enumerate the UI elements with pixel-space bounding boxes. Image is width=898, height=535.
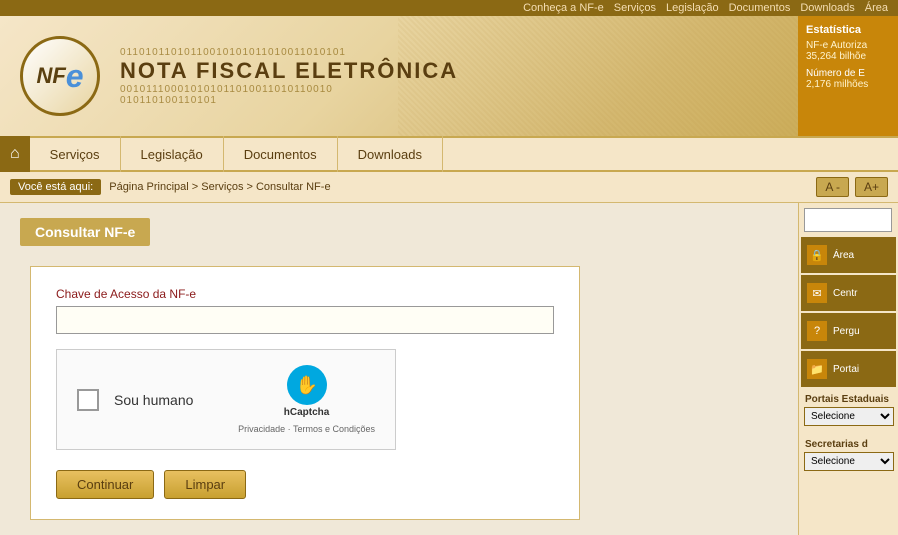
- captcha-logo: ✋ hCaptcha Privacidade · Termos e Condiç…: [238, 365, 375, 434]
- breadcrumb-left: Você está aqui: Página Principal > Servi…: [10, 179, 331, 195]
- font-increase-button[interactable]: A+: [855, 177, 888, 197]
- nfe-label: NF-e Autoriza: [806, 40, 890, 51]
- main-content: Consultar NF-e Chave de Acesso da NF-e S…: [0, 203, 798, 535]
- captcha-brand: hCaptcha: [284, 407, 330, 418]
- content-wrapper: Consultar NF-e Chave de Acesso da NF-e S…: [0, 203, 898, 535]
- lock-icon: 🔒: [807, 245, 827, 265]
- logo-nf: NF: [36, 63, 65, 89]
- you-are-here-label: Você está aqui:: [10, 179, 101, 195]
- portais-estaduais-select[interactable]: Selecione: [804, 407, 894, 426]
- nav-documentos[interactable]: Documentos: [224, 136, 338, 172]
- mail-icon: ✉: [807, 283, 827, 303]
- hcaptcha-icon: ✋: [287, 365, 327, 405]
- sidebar-pergu-btn[interactable]: ? Pergu: [801, 313, 896, 349]
- search-box: [804, 208, 893, 232]
- pergu-label: Pergu: [833, 326, 860, 337]
- captcha-container: Sou humano ✋ hCaptcha Privacidade · Term…: [56, 349, 396, 450]
- nav-servicos[interactable]: Serviços: [30, 136, 121, 172]
- sidebar-central-btn[interactable]: ✉ Centr: [801, 275, 896, 311]
- access-key-label: Chave de Acesso da NF-e: [56, 287, 554, 301]
- secretarias-select[interactable]: Selecione: [804, 452, 894, 471]
- sidebar-portais-btn[interactable]: 📁 Portai: [801, 351, 896, 387]
- central-label: Centr: [833, 288, 857, 299]
- right-sidebar: 🔒 Área ✉ Centr ? Pergu 📁 Portai Portais …: [798, 203, 898, 535]
- font-controls: A - A+: [816, 177, 888, 197]
- continue-button[interactable]: Continuar: [56, 470, 154, 499]
- search-input[interactable]: [804, 208, 892, 232]
- form-container: Chave de Acesso da NF-e Sou humano ✋ hCa…: [30, 266, 580, 520]
- stats-panel: Estatística NF-e Autoriza 35,264 bilhõe …: [798, 16, 898, 136]
- topnav-documentos[interactable]: Documentos: [729, 2, 791, 14]
- breadcrumb-bar: Você está aqui: Página Principal > Servi…: [0, 172, 898, 203]
- num-label: Número de E: [806, 68, 890, 79]
- clear-button[interactable]: Limpar: [164, 470, 246, 499]
- nfe-value: 35,264 bilhõe: [806, 51, 890, 62]
- topnav-area[interactable]: Área: [865, 2, 888, 14]
- stats-title: Estatística: [806, 24, 890, 36]
- binary-text-3: 010110100110101: [120, 95, 458, 106]
- page-title: Consultar NF-e: [20, 218, 150, 246]
- portais-label: Portai: [833, 364, 859, 375]
- access-key-input[interactable]: [56, 306, 554, 334]
- area-label: Área: [833, 250, 854, 261]
- binary-text-1: 01101011010110010101011010011010101: [120, 47, 458, 58]
- question-icon: ?: [807, 321, 827, 341]
- captcha-checkbox[interactable]: [77, 389, 99, 411]
- topnav-conheca[interactable]: Conheça a NF-e: [523, 2, 604, 14]
- font-decrease-button[interactable]: A -: [816, 177, 849, 197]
- logo-area: NFe 01101011010110010101011010011010101 …: [0, 36, 458, 116]
- topnav-legislacao[interactable]: Legislação: [666, 2, 719, 14]
- captcha-links: Privacidade · Termos e Condições: [238, 424, 375, 434]
- breadcrumb-path: Página Principal > Serviços > Consultar …: [109, 181, 330, 193]
- top-nav: Conheça a NF-e Serviços Legislação Docum…: [0, 0, 898, 16]
- topnav-servicos[interactable]: Serviços: [614, 2, 656, 14]
- topnav-downloads[interactable]: Downloads: [800, 2, 854, 14]
- folder-icon: 📁: [807, 359, 827, 379]
- nav-legislacao[interactable]: Legislação: [121, 136, 224, 172]
- site-title: NOTA FISCAL ELETRÔNICA: [120, 58, 458, 84]
- site-title-area: 01101011010110010101011010011010101 NOTA…: [120, 47, 458, 106]
- num-value: 2,176 milhões: [806, 79, 890, 90]
- sidebar-area-btn[interactable]: 🔒 Área: [801, 237, 896, 273]
- nav-downloads[interactable]: Downloads: [338, 136, 443, 172]
- home-button[interactable]: ⌂: [0, 136, 30, 172]
- svg-text:✋: ✋: [295, 374, 317, 395]
- portais-estaduais-label: Portais Estaduais: [799, 389, 898, 407]
- captcha-label: Sou humano: [114, 392, 223, 408]
- header: NFe 01101011010110010101011010011010101 …: [0, 16, 898, 136]
- binary-text-2: 001011100010101011010011010110010: [120, 84, 458, 95]
- main-nav: ⌂ Serviços Legislação Documentos Downloa…: [0, 136, 898, 172]
- logo-e: e: [66, 58, 84, 95]
- button-row: Continuar Limpar: [56, 470, 554, 499]
- logo-circle: NFe: [20, 36, 100, 116]
- secretarias-label: Secretarias d: [799, 434, 898, 452]
